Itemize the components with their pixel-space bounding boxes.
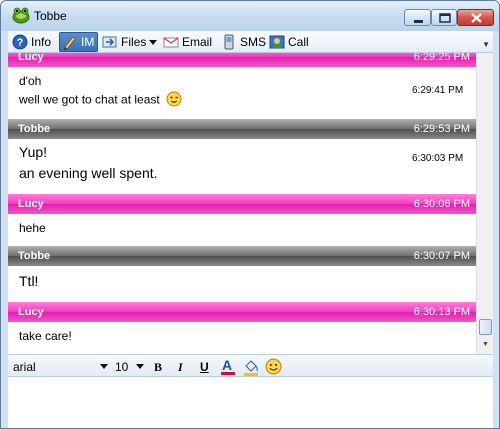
background-color-button[interactable] bbox=[242, 358, 260, 379]
close-button[interactable] bbox=[457, 9, 494, 26]
im-label: IM bbox=[81, 35, 95, 49]
call-button[interactable]: Call bbox=[269, 32, 309, 52]
scroll-down-arrow-icon[interactable]: ▼ bbox=[479, 338, 492, 352]
chevron-down-icon bbox=[149, 39, 158, 45]
chat-scrollbar[interactable]: ▼ bbox=[476, 53, 493, 354]
message-text: d'oh bbox=[19, 74, 42, 88]
chat-history: Lucy 6:29:25 PM d'oh well we got to chat… bbox=[8, 53, 493, 354]
sender-name: Tobbe bbox=[18, 250, 51, 262]
font-size-value: 10 bbox=[115, 360, 129, 374]
message-input[interactable] bbox=[8, 377, 493, 428]
minimize-button[interactable] bbox=[404, 9, 431, 26]
info-button[interactable]: ? Info bbox=[12, 32, 51, 52]
italic-button[interactable]: I bbox=[178, 360, 183, 375]
title-bar[interactable]: Tobbe bbox=[1, 1, 499, 31]
message-header-tobbe: Tobbe 6:30:07 PM bbox=[8, 246, 476, 266]
toolbar-overflow-icon[interactable]: ▼ bbox=[482, 40, 490, 49]
sms-label: SMS bbox=[240, 35, 267, 49]
header-timestamp: 6:29:53 PM bbox=[413, 123, 470, 135]
sender-name: Lucy bbox=[18, 53, 44, 63]
text-color-swatch bbox=[221, 372, 235, 375]
font-size-select[interactable]: 10 bbox=[115, 360, 151, 374]
frog-app-icon bbox=[12, 6, 30, 24]
font-family-select[interactable]: arial bbox=[13, 360, 113, 374]
emoticon-button[interactable] bbox=[265, 358, 282, 378]
files-label: Files bbox=[121, 35, 147, 49]
phone-icon bbox=[224, 34, 234, 50]
email-label: Email bbox=[182, 35, 213, 49]
header-timestamp: 6:30:07 PM bbox=[413, 250, 470, 262]
underline-button[interactable]: U bbox=[200, 360, 209, 374]
maximize-button[interactable] bbox=[431, 9, 457, 26]
message-header-lucy: Lucy 6:30:06 PM bbox=[8, 194, 476, 214]
chevron-down-icon[interactable] bbox=[136, 364, 144, 369]
message-text: well we got to chat at least bbox=[19, 92, 160, 107]
email-button[interactable]: Email bbox=[163, 32, 212, 52]
message-text: Ttl! bbox=[19, 273, 39, 289]
maximize-icon bbox=[439, 13, 451, 23]
minimize-icon bbox=[414, 20, 423, 23]
paint-bucket-icon bbox=[244, 360, 259, 376]
call-label: Call bbox=[288, 35, 309, 49]
sms-button[interactable]: SMS bbox=[221, 32, 266, 52]
smiley-icon bbox=[265, 358, 282, 375]
chat-window: Tobbe ? Info IM Files Email SMS Call ▼ L… bbox=[0, 0, 500, 429]
toolbar: ? Info IM Files Email SMS Call ▼ bbox=[8, 31, 493, 53]
info-label: Info bbox=[31, 35, 52, 49]
message-text: take care! bbox=[19, 329, 72, 343]
header-timestamp: 6:29:25 PM bbox=[413, 53, 470, 63]
message-line-with-emoticon: well we got to chat at least bbox=[19, 91, 182, 110]
message-header-lucy: Lucy 6:29:25 PM bbox=[8, 53, 476, 67]
message-header-tobbe: Tobbe 6:29:53 PM bbox=[8, 119, 476, 139]
font-family-value: arial bbox=[13, 360, 36, 374]
window-title: Tobbe bbox=[34, 9, 67, 23]
im-button[interactable]: IM bbox=[59, 32, 98, 52]
header-timestamp: 6:30:13 PM bbox=[413, 306, 470, 318]
info-icon: ? bbox=[12, 34, 28, 50]
call-icon bbox=[269, 35, 285, 49]
bold-button[interactable]: B bbox=[154, 360, 162, 375]
smiley-wink-icon bbox=[166, 91, 182, 110]
sender-name: Lucy bbox=[18, 306, 44, 318]
chevron-down-icon[interactable] bbox=[100, 364, 108, 369]
pencil-icon bbox=[64, 36, 76, 50]
scrollbar-thumb[interactable] bbox=[479, 319, 492, 335]
message-text: Yup! bbox=[19, 144, 48, 160]
text-color-button[interactable]: A bbox=[220, 357, 236, 375]
message-text: an evening well spent. bbox=[19, 165, 158, 181]
svg-text:?: ? bbox=[17, 37, 24, 49]
email-icon bbox=[163, 37, 179, 48]
sender-name: Lucy bbox=[18, 198, 44, 210]
close-icon bbox=[471, 13, 482, 23]
message-text: hehe bbox=[19, 221, 46, 235]
text-color-letter: A bbox=[222, 357, 233, 373]
line-timestamp: 6:29:41 PM bbox=[412, 85, 464, 96]
line-timestamp: 6:30:03 PM bbox=[412, 153, 464, 164]
header-timestamp: 6:30:06 PM bbox=[413, 198, 470, 210]
message-header-lucy: Lucy 6:30:13 PM bbox=[8, 302, 476, 322]
sender-name: Tobbe bbox=[18, 123, 51, 135]
format-toolbar: arial 10 B I U A bbox=[8, 354, 493, 377]
files-icon bbox=[102, 36, 117, 48]
files-button[interactable]: Files bbox=[102, 32, 158, 52]
